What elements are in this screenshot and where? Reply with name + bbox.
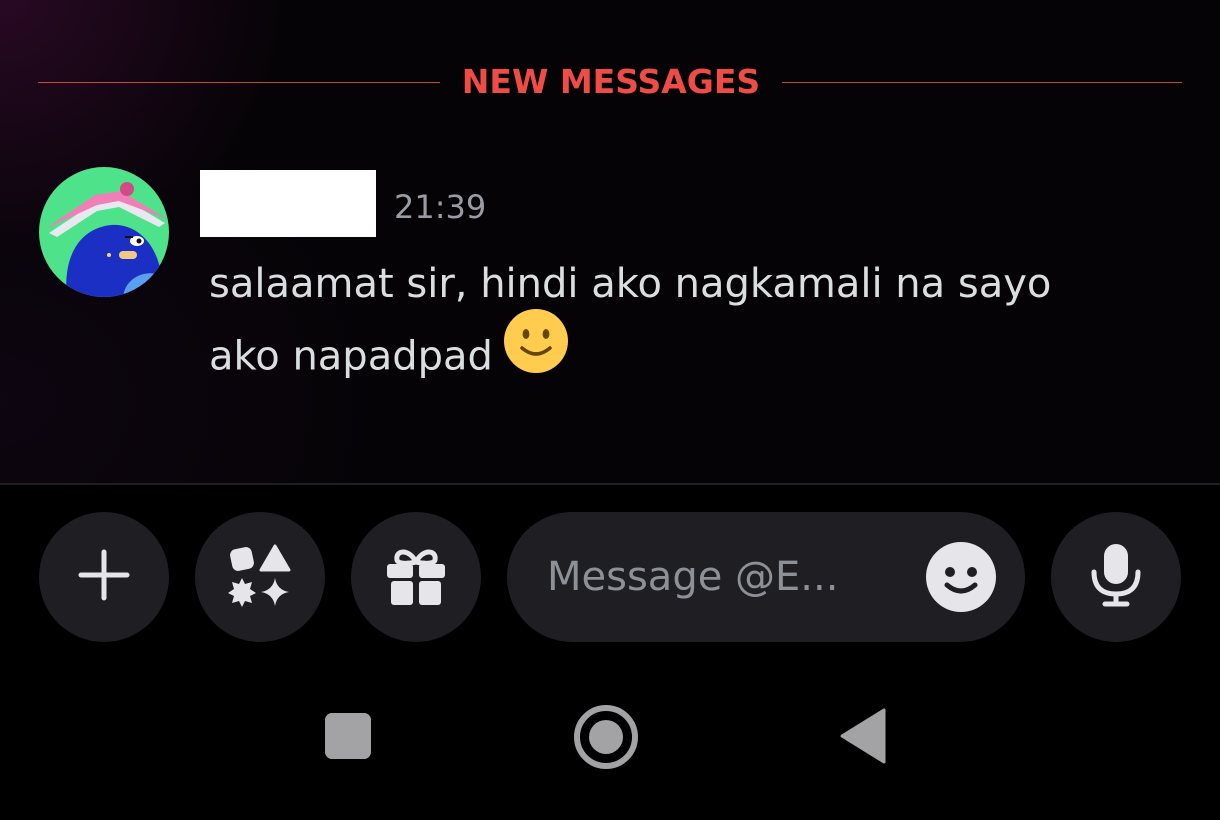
recents-icon bbox=[324, 712, 372, 764]
emoji-icon bbox=[925, 542, 997, 617]
message-line-1: salaamat sir, hindi ako nagkamali na say… bbox=[209, 261, 1052, 307]
message-line-2-wrap: ako napadpad bbox=[209, 309, 1169, 397]
back-button[interactable] bbox=[832, 706, 892, 770]
plus-icon bbox=[69, 540, 139, 614]
voice-message-button[interactable] bbox=[1051, 512, 1181, 642]
message-input-placeholder: Message @E... bbox=[547, 554, 839, 600]
message-input[interactable]: Message @E... bbox=[507, 512, 1025, 642]
message-timestamp: 21:39 bbox=[394, 188, 487, 226]
new-messages-divider: NEW MESSAGES bbox=[38, 60, 1182, 104]
chat-area: NEW MESSAGES 21:39 salaamat sir, hindi a… bbox=[0, 0, 1220, 483]
back-icon bbox=[838, 708, 886, 768]
microphone-icon bbox=[1081, 540, 1151, 614]
add-attachment-button[interactable] bbox=[39, 512, 169, 642]
username-redacted[interactable] bbox=[200, 170, 376, 237]
message-line-2: ako napadpad bbox=[209, 333, 493, 380]
new-messages-label: NEW MESSAGES bbox=[461, 62, 761, 101]
avatar[interactable] bbox=[39, 167, 169, 297]
recents-button[interactable] bbox=[318, 708, 378, 768]
message-content: salaamat sir, hindi ako nagkamali na say… bbox=[209, 248, 1169, 397]
home-icon bbox=[573, 704, 639, 774]
gift-button[interactable] bbox=[351, 512, 481, 642]
divider-line-left bbox=[38, 82, 440, 83]
slightly-smiling-face-icon bbox=[503, 308, 569, 397]
divider-line-right bbox=[782, 82, 1182, 83]
gift-icon bbox=[381, 540, 451, 614]
apps-button[interactable] bbox=[195, 512, 325, 642]
emoji-picker-button[interactable] bbox=[925, 541, 997, 613]
home-button[interactable] bbox=[570, 703, 642, 775]
apps-icon bbox=[225, 540, 295, 614]
